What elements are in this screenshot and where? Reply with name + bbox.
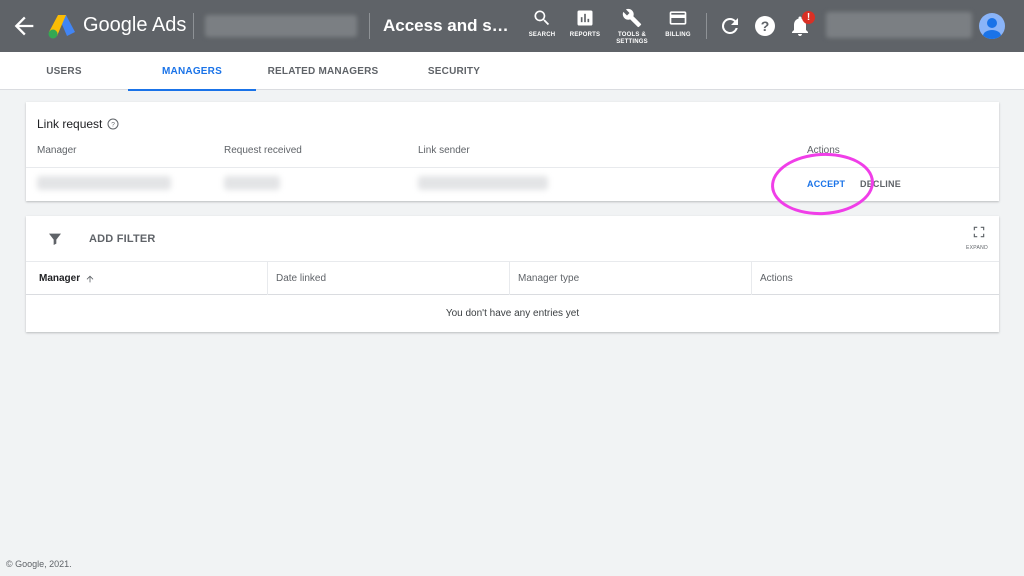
- notification-badge: !: [802, 11, 815, 24]
- column-header-date-linked[interactable]: Date linked: [267, 262, 509, 295]
- billing-label: BILLING: [665, 32, 691, 38]
- google-ads-logo-icon[interactable]: [48, 13, 76, 39]
- back-arrow-icon[interactable]: [10, 12, 38, 40]
- copyright-footer: © Google, 2021.: [6, 559, 72, 569]
- manager-type-header-label: Manager type: [518, 273, 580, 284]
- tab-security[interactable]: SECURITY: [390, 52, 518, 90]
- wrench-icon: [622, 8, 642, 28]
- person-icon: [983, 18, 1001, 39]
- help-icon[interactable]: ?: [753, 14, 777, 38]
- brand-name[interactable]: Google Ads: [83, 14, 186, 37]
- table-header-row: Manager Date linked Manager type Actions: [26, 261, 999, 295]
- manager-cell-redacted: [37, 176, 171, 190]
- column-header-table-actions: Actions: [751, 262, 999, 295]
- column-header-manager-type[interactable]: Manager type: [509, 262, 751, 295]
- actions-header-label: Actions: [760, 273, 793, 284]
- account-selector[interactable]: [205, 15, 357, 37]
- credit-card-icon: [669, 11, 687, 25]
- avatar[interactable]: [979, 13, 1005, 39]
- page-title: Access and s…: [383, 16, 509, 35]
- link-request-title-text: Link request: [37, 117, 103, 131]
- refresh-icon[interactable]: [718, 14, 742, 38]
- tab-users[interactable]: USERS: [0, 52, 128, 90]
- add-filter-button[interactable]: ADD FILTER: [89, 233, 156, 245]
- tab-managers[interactable]: MANAGERS: [128, 52, 256, 91]
- reports-label: REPORTS: [569, 32, 601, 38]
- divider: [193, 13, 194, 39]
- divider: [706, 13, 707, 39]
- empty-state-message: You don't have any entries yet: [445, 308, 580, 319]
- reports-button[interactable]: REPORTS: [568, 8, 602, 39]
- managers-table-card: ADD FILTER EXPAND Manager Date linked Ma…: [26, 216, 999, 332]
- billing-button[interactable]: BILLING: [662, 8, 694, 39]
- column-header-manager: Manager: [37, 145, 77, 156]
- divider: [369, 13, 370, 39]
- request-received-cell-redacted: [224, 176, 280, 190]
- column-header-link-sender: Link sender: [418, 145, 470, 156]
- column-header-manager-sortable[interactable]: Manager: [26, 262, 267, 295]
- sort-arrow-up-icon: [86, 275, 94, 282]
- link-sender-cell-redacted: [418, 176, 548, 190]
- reports-icon: [577, 10, 593, 26]
- search-label: SEARCH: [528, 32, 556, 38]
- link-request-title: Link request ?: [37, 117, 119, 131]
- expand-icon[interactable]: [972, 225, 986, 239]
- tools-settings-label: TOOLS & SETTINGS: [616, 32, 648, 45]
- svg-text:?: ?: [761, 18, 770, 34]
- tab-related-managers[interactable]: RELATED MANAGERS: [256, 52, 390, 90]
- top-app-bar: Google Ads Access and s… SEARCH REPORTS …: [0, 0, 1024, 52]
- search-button[interactable]: SEARCH: [526, 8, 558, 39]
- user-account-info[interactable]: [826, 12, 972, 38]
- tab-bar: USERS MANAGERS RELATED MANAGERS SECURITY: [0, 52, 1024, 91]
- svg-text:?: ?: [112, 122, 116, 129]
- help-outline-icon[interactable]: ?: [107, 118, 119, 130]
- column-header-request-received: Request received: [224, 145, 302, 156]
- filter-icon[interactable]: [47, 231, 63, 247]
- date-linked-header-label: Date linked: [276, 273, 327, 284]
- expand-label: EXPAND: [966, 245, 988, 251]
- manager-header-label: Manager: [39, 273, 81, 284]
- tools-settings-button[interactable]: TOOLS & SETTINGS: [613, 8, 651, 46]
- search-icon: [534, 10, 550, 26]
